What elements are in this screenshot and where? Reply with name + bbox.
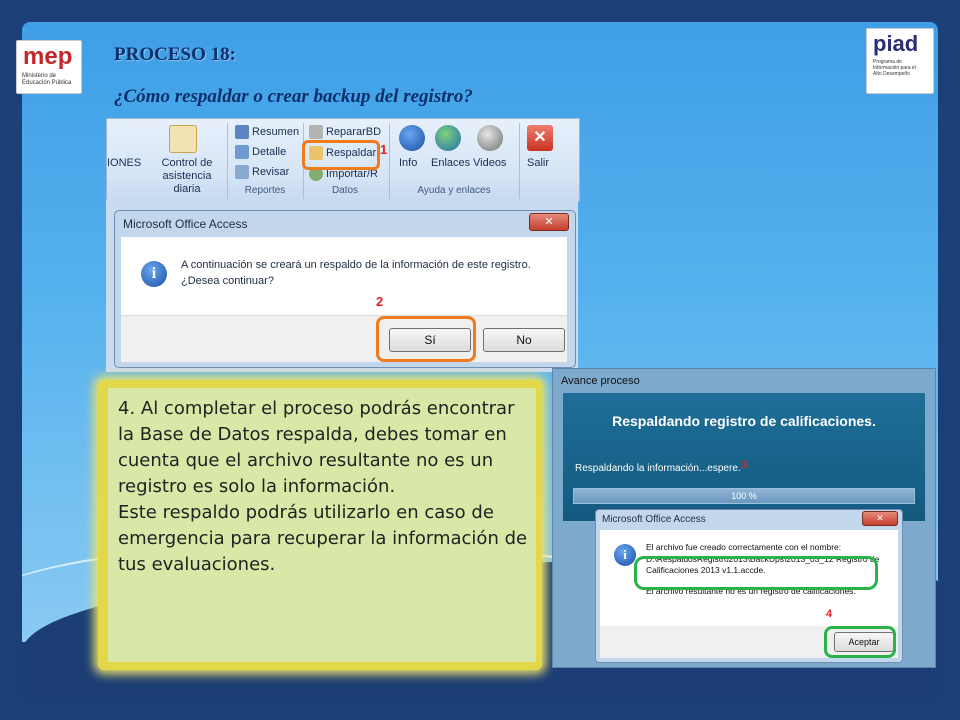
- piad-logo-sub: Programa de Información para el Alto Des…: [873, 59, 916, 77]
- success-dialog-title: Microsoft Office Access: [602, 514, 706, 525]
- resumen-label: Resumen: [252, 125, 300, 138]
- control-asistencia-button[interactable]: Control de asistencia diaria: [151, 157, 223, 196]
- info-icon: i: [141, 261, 167, 287]
- confirm-dialog-title: Microsoft Office Access: [123, 217, 248, 231]
- repararbd-button[interactable]: RepararBD: [309, 125, 381, 139]
- enlaces-button[interactable]: Enlaces: [431, 157, 470, 169]
- mep-logo-sub: Ministerio de Educación Pública: [22, 73, 72, 86]
- page-subtitle: ¿Cómo respaldar o crear backup del regis…: [114, 86, 473, 107]
- note-box: 4. Al completar el proceso podrás encont…: [108, 388, 536, 662]
- resumen-button[interactable]: Resumen: [235, 125, 299, 139]
- progress-window: Avance proceso Respaldando registro de c…: [552, 368, 936, 668]
- mep-logo: mep Ministerio de Educación Pública: [16, 40, 82, 94]
- globe-icon: [435, 125, 461, 151]
- revisar-label: Revisar: [252, 165, 290, 178]
- confirm-dialog: Microsoft Office Access ✕ i A continuaci…: [114, 210, 576, 368]
- mep-logo-word: mep: [23, 43, 73, 70]
- videos-button[interactable]: Videos: [473, 157, 506, 169]
- progress-heading: Respaldando registro de calificaciones.: [612, 413, 876, 429]
- page-title: PROCESO 18:: [114, 44, 236, 65]
- ribbon-separator: [389, 123, 390, 199]
- progress-window-title: Avance proceso: [561, 375, 640, 387]
- film-reel-icon: [477, 125, 503, 151]
- ribbon-separator: [227, 123, 228, 199]
- close-button[interactable]: ✕: [529, 213, 569, 231]
- revisar-icon: [235, 165, 249, 179]
- note-text: 4. Al completar el proceso podrás encont…: [118, 396, 528, 578]
- confirm-line-1: A continuación se creará un respaldo de …: [181, 259, 531, 271]
- respaldar-highlight: [302, 140, 380, 170]
- step-number-1: 1: [380, 142, 388, 157]
- revisar-button[interactable]: Revisar: [235, 165, 289, 179]
- close-icon: ✕: [527, 125, 553, 151]
- detalle-icon: [235, 145, 249, 159]
- progress-message: Respaldando la información...espere.: [575, 463, 741, 474]
- progress-bar: 100 %: [573, 488, 915, 504]
- note-paragraph-1: 4. Al completar el proceso podrás encont…: [118, 398, 515, 497]
- datos-group-label: Datos: [331, 185, 359, 196]
- confirm-dialog-body: i A continuación se creará un respaldo d…: [121, 237, 567, 315]
- reportes-group-label: Reportes: [244, 185, 286, 196]
- confirm-line-2: ¿Desea continuar?: [181, 275, 274, 287]
- piad-logo: piad Programa de Información para el Alt…: [866, 28, 934, 94]
- info-button[interactable]: Info: [399, 157, 417, 169]
- ayuda-group-label: Ayuda y enlaces: [417, 185, 491, 196]
- ribbon-separator: [519, 123, 520, 199]
- yes-highlight: [376, 316, 476, 362]
- salir-button[interactable]: Salir: [527, 157, 549, 169]
- wrench-icon: [309, 125, 323, 139]
- aceptar-highlight: [824, 626, 896, 658]
- calendar-icon: [169, 125, 197, 153]
- step-number-2: 2: [376, 294, 384, 309]
- control-asistencia-label-2: asistencia diaria: [162, 170, 212, 195]
- detalle-label: Detalle: [252, 145, 287, 158]
- step-number-3: 3: [741, 459, 748, 471]
- info-icon: i: [614, 544, 636, 566]
- progress-percent-label: 100 %: [731, 491, 757, 501]
- repararbd-label: RepararBD: [326, 125, 382, 138]
- progress-panel: Respaldando registro de calificaciones. …: [563, 393, 925, 521]
- path-highlight: [634, 556, 878, 590]
- close-button[interactable]: ✕: [862, 511, 898, 526]
- control-asistencia-label-1: Control de: [161, 157, 213, 169]
- note-paragraph-2: Este respaldo podrás utilizarlo en caso …: [118, 502, 528, 575]
- no-button[interactable]: No: [483, 328, 565, 352]
- detalle-button[interactable]: Detalle: [235, 145, 286, 159]
- info-icon: [399, 125, 425, 151]
- confirm-dialog-backdrop: Microsoft Office Access ✕ i A continuaci…: [106, 200, 578, 372]
- piad-logo-word: piad: [873, 31, 919, 56]
- confirm-dialog-footer: Sí No: [121, 315, 567, 362]
- success-line-1: El archivo fue creado correctamente con …: [646, 542, 842, 552]
- step-number-4: 4: [826, 608, 833, 620]
- ribbon-partial-label: IONES: [107, 157, 142, 169]
- resumen-icon: [235, 125, 249, 139]
